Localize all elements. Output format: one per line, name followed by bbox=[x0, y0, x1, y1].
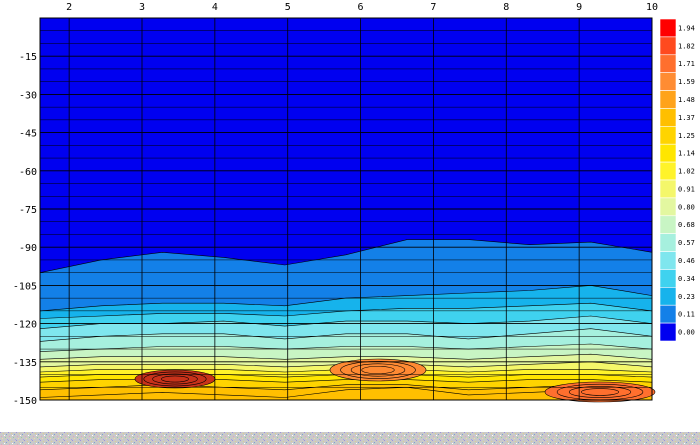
colorbar-swatch bbox=[659, 197, 677, 217]
y-tick-label: -30 bbox=[19, 90, 37, 101]
y-axis: -15 -30 -45 -60 -75 -90 -105 -120 -135 -150 bbox=[13, 52, 37, 407]
y-tick-label: -150 bbox=[13, 396, 37, 407]
x-tick-label: 6 bbox=[358, 2, 364, 13]
colorbar-label: 1.59 bbox=[678, 78, 695, 86]
colorbar-legend: 1.94 1.82 1.71 1.59 1.48 1.37 1.25 1.14 1.02 0.91… bbox=[659, 18, 695, 342]
x-tick-label: 5 bbox=[285, 2, 291, 13]
colorbar-label: 0.57 bbox=[678, 239, 695, 247]
colorbar-label: 0.68 bbox=[678, 221, 695, 229]
colorbar-swatch bbox=[659, 54, 677, 73]
contour-hotspot-2 bbox=[329, 358, 427, 382]
colorbar-label: 1.82 bbox=[678, 42, 695, 50]
x-tick-label: 3 bbox=[139, 2, 145, 13]
x-tick-label: 10 bbox=[646, 2, 658, 13]
colorbar-swatch bbox=[659, 233, 677, 252]
x-tick-label: 2 bbox=[66, 2, 72, 13]
y-tick-label: -60 bbox=[19, 167, 37, 178]
colorbar-swatch bbox=[659, 322, 677, 342]
contour-hotspot-1 bbox=[134, 369, 216, 389]
colorbar-label: 0.11 bbox=[678, 311, 695, 319]
colorbar-swatch bbox=[659, 304, 677, 324]
colorbar-label: 0.91 bbox=[678, 185, 695, 193]
y-tick-label: -45 bbox=[19, 129, 37, 140]
colorbar-label: 1.02 bbox=[678, 168, 695, 176]
x-tick-label: 7 bbox=[430, 2, 436, 13]
colorbar-label: 1.25 bbox=[678, 132, 695, 140]
x-tick-label: 4 bbox=[212, 2, 218, 13]
colorbar-label: 1.37 bbox=[678, 114, 695, 122]
x-axis: 2 3 4 5 6 7 8 9 10 bbox=[66, 2, 658, 13]
colorbar-swatch bbox=[659, 126, 677, 145]
colorbar-label: 0.34 bbox=[678, 275, 695, 283]
colorbar-swatch bbox=[659, 18, 677, 38]
y-tick-label: -135 bbox=[13, 358, 37, 369]
colorbar-swatch bbox=[659, 108, 677, 127]
colorbar-swatch bbox=[659, 36, 677, 56]
colorbar-label: 0.46 bbox=[678, 257, 695, 265]
y-tick-label: -120 bbox=[13, 320, 37, 331]
x-tick-label: 9 bbox=[576, 2, 582, 13]
colorbar-swatch bbox=[659, 161, 677, 181]
x-tick-label: 8 bbox=[503, 2, 509, 13]
colorbar-swatch bbox=[659, 90, 677, 109]
colorbar-swatch bbox=[659, 269, 677, 288]
colorbar-swatch bbox=[659, 179, 677, 199]
colorbar-swatch bbox=[659, 72, 677, 91]
colorbar-swatch bbox=[659, 251, 677, 270]
y-tick-label: -105 bbox=[13, 281, 37, 292]
colorbar-label: 0.23 bbox=[678, 293, 695, 301]
colorbar-label: 0.80 bbox=[678, 203, 695, 211]
colorbar-label: 0.00 bbox=[678, 329, 695, 337]
y-tick-label: -90 bbox=[19, 243, 37, 254]
colorbar-swatch bbox=[659, 215, 677, 234]
colorbar-label: 1.71 bbox=[678, 60, 695, 68]
colorbar-label: 1.94 bbox=[678, 24, 695, 32]
colorbar-swatch bbox=[659, 287, 677, 306]
colorbar-label: 1.14 bbox=[678, 150, 695, 158]
y-tick-label: -75 bbox=[19, 205, 37, 216]
y-tick-label: -15 bbox=[19, 52, 37, 63]
chart-stage: 2 3 4 5 6 7 8 9 10 -15 -30 -45 -60 -75 -90 -105 -120 -13… bbox=[0, 0, 700, 445]
noise-strip bbox=[0, 432, 700, 445]
contour-bands bbox=[39, 18, 656, 403]
contour-hotspot-3 bbox=[544, 381, 656, 403]
contour-chart: 2 3 4 5 6 7 8 9 10 -15 -30 -45 -60 -75 -90 -105 -120 -13… bbox=[0, 2, 700, 445]
colorbar-label: 1.48 bbox=[678, 96, 695, 104]
colorbar-swatch bbox=[659, 143, 677, 163]
